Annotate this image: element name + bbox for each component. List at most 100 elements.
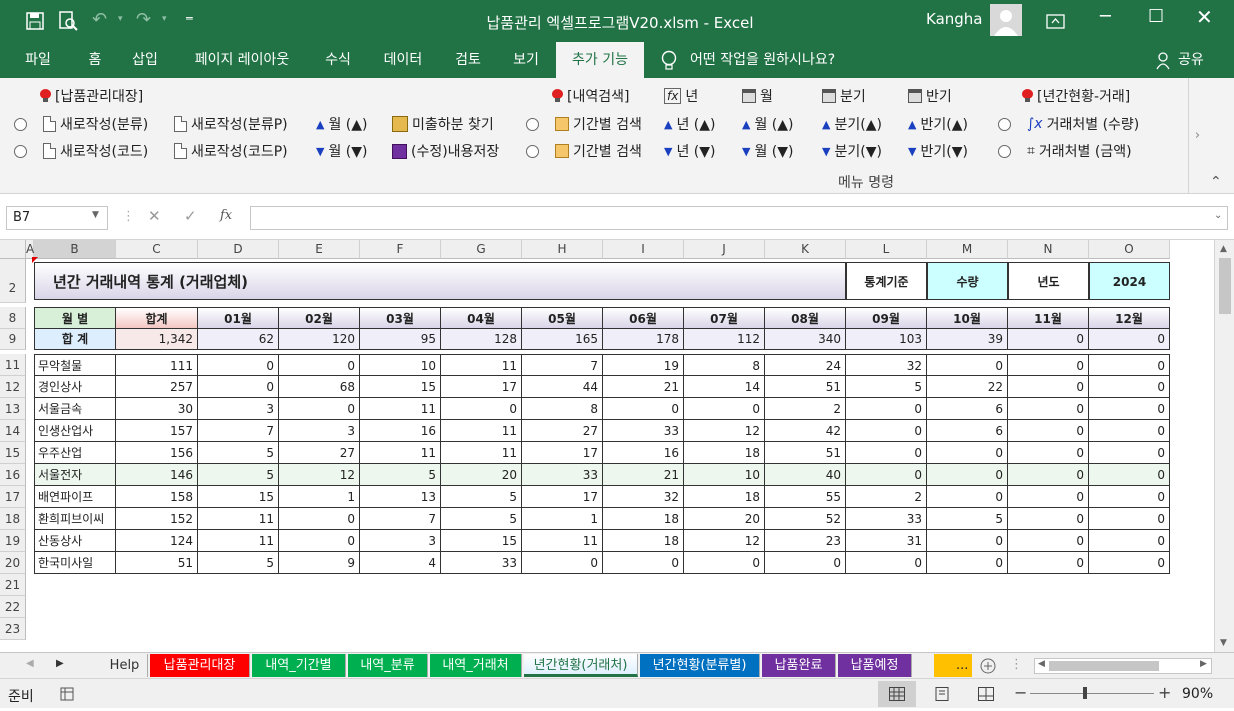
table-cell[interactable]: 11 [441, 420, 522, 442]
table-cell[interactable]: 42 [765, 420, 846, 442]
table-cell[interactable]: 1 [522, 508, 603, 530]
table-cell[interactable]: 0 [279, 508, 360, 530]
half-up-button[interactable]: ▲ 반기(▲) [908, 114, 968, 134]
table-cell[interactable]: 5 [441, 486, 522, 508]
period-search-button-1[interactable]: 기간별 검색 [526, 114, 642, 134]
company-name[interactable]: 우주산업 [34, 442, 116, 464]
column-header[interactable]: J [684, 240, 765, 259]
row-header[interactable]: 13 [0, 398, 26, 420]
by-client-qty-button[interactable]: ∫x 거래처별 (수량) [998, 114, 1139, 134]
table-cell[interactable]: 0 [441, 398, 522, 420]
table-cell[interactable]: 33 [522, 464, 603, 486]
tab-view[interactable]: 보기 [500, 42, 552, 78]
table-cell[interactable]: 7 [522, 354, 603, 376]
table-cell[interactable]: 6 [927, 420, 1008, 442]
company-name[interactable]: 경인상사 [34, 376, 116, 398]
sum-cell[interactable]: 128 [441, 329, 522, 350]
sheet-tab[interactable]: 납품예정 [838, 654, 912, 677]
add-sheet-icon[interactable] [980, 658, 996, 674]
table-cell[interactable]: 0 [279, 530, 360, 552]
sum-label[interactable]: 합 계 [34, 329, 116, 350]
company-name[interactable]: 한국미사일 [34, 552, 116, 574]
table-cell[interactable]: 15 [441, 530, 522, 552]
company-total[interactable]: 146 [116, 464, 198, 486]
radio-icon[interactable] [14, 117, 27, 131]
formula-input[interactable] [250, 206, 1228, 230]
table-cell[interactable]: 0 [1008, 398, 1089, 420]
tab-insert[interactable]: 삽입 [120, 42, 170, 78]
table-cell[interactable]: 27 [522, 420, 603, 442]
column-header[interactable]: N [1008, 240, 1089, 259]
macro-record-icon[interactable] [60, 687, 74, 701]
month-column-header[interactable]: 05월 [522, 307, 603, 329]
scroll-thumb[interactable] [1219, 258, 1231, 314]
table-cell[interactable]: 0 [927, 486, 1008, 508]
table-cell[interactable]: 33 [603, 420, 684, 442]
company-name[interactable]: 서울금속 [34, 398, 116, 420]
company-total[interactable]: 257 [116, 376, 198, 398]
table-cell[interactable]: 11 [522, 530, 603, 552]
table-cell[interactable]: 17 [441, 376, 522, 398]
name-box-dropdown-icon[interactable]: ▼ [92, 210, 99, 220]
user-name[interactable]: Kangha [926, 10, 983, 28]
table-cell[interactable]: 22 [927, 376, 1008, 398]
table-cell[interactable]: 27 [279, 442, 360, 464]
table-cell[interactable]: 0 [684, 552, 765, 574]
column-header[interactable]: B [34, 240, 116, 259]
cancel-icon[interactable]: ✕ [148, 207, 161, 225]
table-cell[interactable]: 0 [846, 552, 927, 574]
sheet-tab[interactable]: 납품관리대장 [150, 654, 250, 677]
column-header[interactable]: K [765, 240, 846, 259]
table-cell[interactable]: 0 [1089, 508, 1170, 530]
table-cell[interactable]: 0 [927, 464, 1008, 486]
table-cell[interactable]: 44 [522, 376, 603, 398]
table-cell[interactable]: 0 [1089, 486, 1170, 508]
company-name[interactable]: 환희피브이씨 [34, 508, 116, 530]
column-header[interactable]: I [603, 240, 684, 259]
sheet-tab[interactable]: 내역_거래처 [430, 654, 522, 677]
row-header[interactable]: 20 [0, 552, 26, 574]
table-cell[interactable]: 0 [1008, 420, 1089, 442]
company-total[interactable]: 152 [116, 508, 198, 530]
zoom-out-icon[interactable]: − [1014, 683, 1027, 702]
page-break-view-icon[interactable] [978, 687, 994, 701]
year-down-button[interactable]: ▼ 년 (▼) [664, 141, 716, 161]
column-header[interactable]: A [26, 240, 34, 259]
table-cell[interactable]: 0 [1089, 420, 1170, 442]
column-header[interactable]: L [846, 240, 927, 259]
row-header[interactable]: 19 [0, 530, 26, 552]
table-cell[interactable]: 0 [846, 398, 927, 420]
company-total[interactable]: 157 [116, 420, 198, 442]
table-cell[interactable]: 0 [846, 442, 927, 464]
row-header[interactable]: 21 [0, 574, 26, 596]
sheet-tab[interactable]: Help [102, 654, 148, 677]
scroll-up-icon[interactable]: ▲ [1220, 244, 1227, 254]
month-column-header[interactable]: 08월 [765, 307, 846, 329]
sheet-title[interactable]: 년간 거래내역 통계 (거래업체) [34, 262, 846, 300]
table-cell[interactable]: 0 [1008, 552, 1089, 574]
table-cell[interactable]: 14 [684, 376, 765, 398]
table-cell[interactable]: 6 [927, 398, 1008, 420]
basis-label[interactable]: 통계기준 [846, 262, 927, 300]
table-cell[interactable]: 0 [1008, 442, 1089, 464]
table-cell[interactable]: 11 [441, 354, 522, 376]
zoom-level[interactable]: 90% [1182, 686, 1213, 702]
table-cell[interactable]: 0 [603, 552, 684, 574]
month-down-button[interactable]: ▼ 월 (▼) [316, 141, 368, 161]
save-edit-button[interactable]: (수정)내용저장 [392, 141, 499, 161]
table-cell[interactable]: 18 [603, 508, 684, 530]
table-cell[interactable]: 0 [927, 552, 1008, 574]
sum-cell[interactable]: 340 [765, 329, 846, 350]
table-cell[interactable]: 11 [441, 442, 522, 464]
table-cell[interactable]: 21 [603, 464, 684, 486]
table-cell[interactable]: 3 [198, 398, 279, 420]
table-cell[interactable]: 7 [360, 508, 441, 530]
month-column-header[interactable]: 01월 [198, 307, 279, 329]
collapse-ribbon-icon[interactable]: ⌃ [1210, 174, 1222, 190]
month-header[interactable]: 월 별 [34, 307, 116, 329]
tab-add-ins[interactable]: 추가 기능 [556, 42, 644, 78]
table-cell[interactable]: 12 [684, 530, 765, 552]
horizontal-scrollbar[interactable]: ◀ ▶ [1034, 658, 1212, 674]
table-cell[interactable]: 5 [846, 376, 927, 398]
table-cell[interactable]: 18 [603, 530, 684, 552]
